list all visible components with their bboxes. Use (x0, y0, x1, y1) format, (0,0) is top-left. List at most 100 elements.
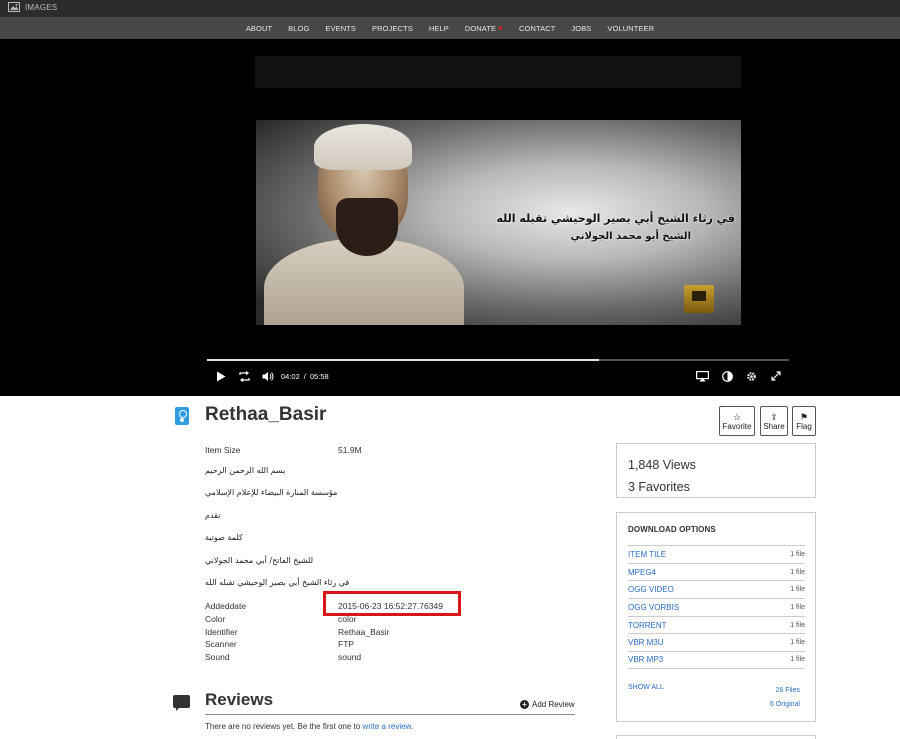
no-reviews-period: . (410, 722, 414, 731)
nav-item-blog[interactable]: BLOG (280, 24, 317, 33)
metadata-value: sound (338, 652, 362, 662)
no-reviews-message: There are no reviews yet. Be the first o… (205, 722, 413, 731)
play-button[interactable] (216, 367, 226, 385)
nav-item-label: BLOG (288, 23, 310, 33)
nav-item-contact[interactable]: CONTACT (511, 24, 563, 33)
nav-item-jobs[interactable]: JOBS (563, 24, 599, 33)
seek-bar-played (207, 359, 600, 361)
download-file-count: 1 file (790, 603, 805, 611)
add-icon: + (520, 700, 529, 709)
download-file-count: 1 file (790, 550, 805, 558)
download-row-ogg-video[interactable]: OGG VIDEO 1 file (628, 580, 805, 598)
video-caption-line-1: في رثاء الشيخ أبي بصير الوحيشي تقبله الل… (496, 212, 736, 225)
metadata-key: Scanner (205, 639, 237, 649)
images-menu[interactable]: IMAGES (8, 2, 57, 12)
duration: 05:58 (309, 371, 329, 381)
favorite-button[interactable]: ☆ Favorite (719, 406, 755, 436)
files-count-link[interactable]: 26 Files (775, 687, 800, 694)
download-row-ogg-vorbis[interactable]: OGG VORBIS 1 file (628, 598, 805, 616)
collections-panel (616, 735, 816, 739)
video-caption-line-2: الشيخ أبو محمد الجولاني (570, 231, 691, 242)
download-row-item-tile[interactable]: ITEM TILE 1 file (628, 545, 805, 563)
contrast-button[interactable] (722, 367, 733, 385)
share-button[interactable]: ⇪ Share (760, 406, 788, 436)
download-format-link[interactable]: OGG VORBIS (628, 603, 679, 612)
settings-button[interactable] (746, 367, 757, 385)
video-figure-turban (314, 124, 412, 170)
download-file-count: 1 file (790, 656, 805, 664)
nav-item-label: JOBS (571, 23, 592, 33)
download-format-link[interactable]: OGG VIDEO (628, 585, 674, 594)
nav-item-volunteer[interactable]: VOLUNTEER (599, 24, 662, 33)
nav-item-label: DONATE (464, 23, 497, 33)
download-options-heading: DOWNLOAD OPTIONS (628, 525, 716, 534)
time-display: 04:02 / 05:58 (281, 367, 329, 385)
original-count-link[interactable]: 6 Original (770, 701, 800, 708)
download-format-link[interactable]: VBR M3U (628, 638, 664, 647)
nav-item-label: PROJECTS (372, 23, 413, 33)
show-all-link[interactable]: SHOW ALL (628, 684, 664, 691)
no-reviews-text: There are no reviews yet. Be the first o… (205, 722, 363, 731)
favorites-count: 3 Favorites (628, 480, 690, 494)
player-controls: 04:02 / 05:58 (207, 367, 789, 385)
download-row-vbr-mp3[interactable]: VBR MP3 1 file (628, 651, 805, 669)
loop-icon (239, 370, 250, 382)
reviews-divider (205, 714, 575, 715)
settings-icon (747, 371, 756, 381)
nav-item-donate[interactable]: DONATE ♥ (457, 24, 511, 33)
play-icon (217, 371, 226, 381)
share-icon: ⇪ (770, 411, 778, 422)
video-frame[interactable]: في رثاء الشيخ أبي بصير الوحيشي تقبله الل… (256, 120, 741, 325)
video-letterbox (255, 56, 741, 88)
download-file-count: 1 file (790, 586, 805, 594)
description-line: في رثاء الشيخ أبي بصير الوحيشي تقبله الل… (205, 578, 350, 587)
download-row-mpeg4[interactable]: MPEG4 1 file (628, 562, 805, 581)
favorite-label: Favorite (722, 421, 752, 431)
nav-item-label: HELP (428, 23, 449, 33)
metadata-key: Sound (205, 652, 230, 662)
nav-item-label: ABOUT (245, 23, 273, 33)
download-file-count: 1 file (790, 621, 805, 629)
download-format-link[interactable]: MPEG4 (628, 568, 656, 577)
fullscreen-button[interactable] (771, 367, 781, 385)
download-format-link[interactable]: VBR MP3 (628, 655, 663, 664)
nav-item-help[interactable]: HELP (421, 24, 457, 33)
description-line: تقدم (205, 511, 221, 520)
metadata-key: Identifier (205, 627, 238, 637)
seek-bar[interactable] (207, 359, 789, 361)
flag-button[interactable]: ⚑ Flag (792, 406, 816, 436)
metadata-value: FTP (338, 639, 355, 649)
images-label: IMAGES (25, 2, 58, 12)
nav-item-events[interactable]: EVENTS (317, 24, 364, 33)
contrast-icon (722, 370, 733, 382)
images-icon (8, 2, 20, 12)
volume-button[interactable] (262, 367, 274, 385)
download-file-count: 1 file (790, 639, 805, 647)
item-size-label: Item Size (205, 445, 241, 455)
audio-item-icon (175, 407, 189, 425)
description-line: كلمة صوتية (205, 533, 243, 542)
add-review-button[interactable]: + Add Review (520, 700, 575, 709)
heart-icon: ♥ (498, 23, 503, 33)
loop-button[interactable] (238, 367, 251, 385)
write-review-link[interactable]: write a review (362, 722, 410, 731)
time-separator: / (303, 371, 306, 381)
download-row-torrent[interactable]: TORRENT 1 file (628, 615, 805, 634)
star-icon: ☆ (732, 411, 742, 422)
airplay-button[interactable] (696, 367, 709, 385)
nav-item-label: CONTACT (519, 23, 556, 33)
download-format-link[interactable]: TORRENT (628, 621, 667, 630)
download-format-link[interactable]: ITEM TILE (628, 550, 666, 559)
reviews-heading: Reviews (205, 690, 274, 709)
description-line: للشيخ الفاتح/ أبي محمد الجولاني (205, 556, 314, 565)
nav-item-about[interactable]: ABOUT (238, 24, 280, 33)
nav-item-projects[interactable]: PROJECTS (364, 24, 421, 33)
share-label: Share (763, 421, 785, 431)
download-file-count: 1 file (790, 568, 805, 576)
add-review-label: Add Review (532, 700, 575, 709)
main-nav: ABOUT BLOG EVENTS PROJECTS HELP DONATE ♥ CONTAC… (0, 17, 900, 39)
metadata-value: Rethaa_Basir (338, 627, 390, 637)
download-row-vbr-m3u[interactable]: VBR M3U 1 file (628, 633, 805, 651)
nav-item-label: EVENTS (325, 23, 357, 33)
flag-label: Flag (796, 421, 812, 431)
